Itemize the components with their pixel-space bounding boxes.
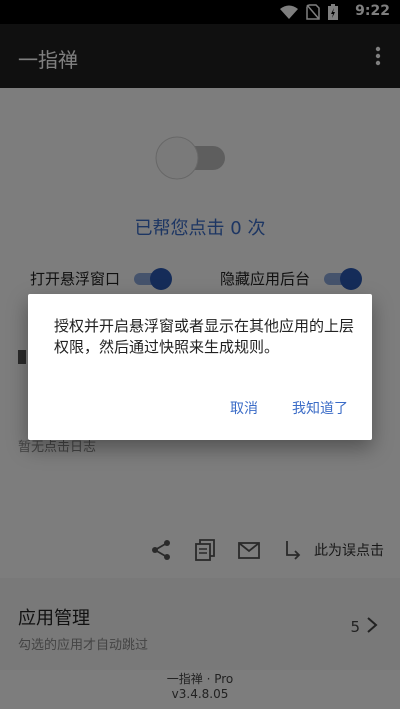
got-it-button[interactable]: 我知道了	[292, 398, 348, 418]
dialog-message: 授权并开启悬浮窗或者显示在其他应用的上层权限，然后通过快照来生成规则。	[54, 317, 355, 356]
cancel-button[interactable]: 取消	[230, 398, 258, 418]
permission-dialog: 授权并开启悬浮窗或者显示在其他应用的上层权限，然后通过快照来生成规则。 取消 我…	[28, 294, 372, 440]
dialog-actions: 取消 我知道了	[230, 398, 348, 418]
